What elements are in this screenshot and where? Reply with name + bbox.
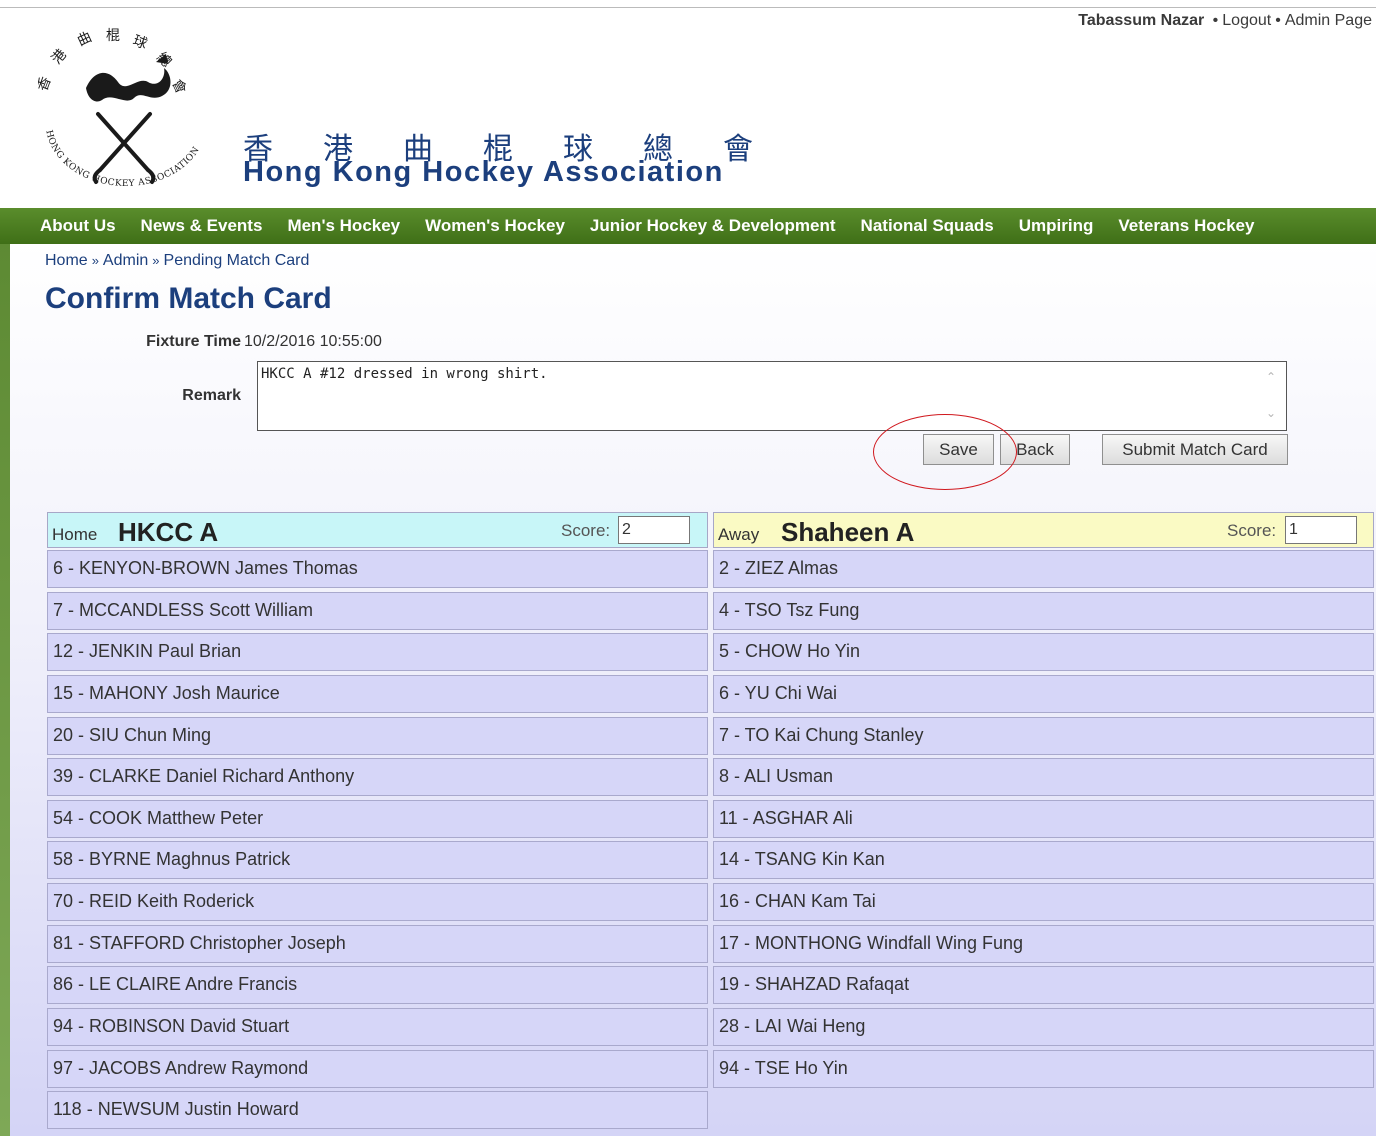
logout-link[interactable]: Logout: [1222, 12, 1271, 29]
player-row[interactable]: 94 - ROBINSON David Stuart: [47, 1008, 708, 1047]
svg-text:棍: 棍: [106, 28, 120, 44]
home-player-list: 6 - KENYON-BROWN James Thomas 7 - MCCAND…: [47, 550, 708, 1133]
player-row[interactable]: 81 - STAFFORD Christopher Joseph: [47, 924, 708, 963]
home-team-name: HKCC A: [118, 517, 219, 547]
player-row[interactable]: 70 - REID Keith Roderick: [47, 883, 708, 922]
separator: •: [1212, 12, 1219, 29]
nav-umpiring[interactable]: Umpiring: [1019, 208, 1094, 244]
player-row[interactable]: 19 - SHAHZAD Rafaqat: [713, 966, 1374, 1005]
player-row[interactable]: 8 - ALI Usman: [713, 758, 1374, 797]
nav-mens-hockey[interactable]: Men's Hockey: [287, 208, 400, 244]
player-row[interactable]: 28 - LAI Wai Heng: [713, 1008, 1374, 1047]
breadcrumb-pending-match-card[interactable]: Pending Match Card: [164, 252, 310, 269]
nav-womens-hockey[interactable]: Women's Hockey: [425, 208, 565, 244]
home-label: Home: [52, 525, 98, 544]
player-row[interactable]: 17 - MONTHONG Windfall Wing Fung: [713, 924, 1374, 963]
breadcrumb-separator: »: [152, 253, 160, 268]
remark-scrollbar[interactable]: ⌃ ⌄: [1262, 368, 1280, 424]
player-row[interactable]: 7 - MCCANDLESS Scott William: [47, 591, 708, 630]
away-label: Away: [718, 525, 760, 544]
hkha-logo[interactable]: 香 港 曲 棍 球 總 會 HONG KONG HOCKEY ASSOCIATI…: [38, 20, 210, 192]
remark-label: Remark: [182, 387, 241, 404]
home-score-label: Score:: [561, 521, 611, 540]
nav-about-us[interactable]: About Us: [40, 208, 116, 244]
player-row[interactable]: 5 - CHOW Ho Yin: [713, 633, 1374, 672]
user-bar: Tabassum Nazar • Logout • Admin Page: [1078, 12, 1372, 30]
player-row[interactable]: 15 - MAHONY Josh Maurice: [47, 674, 708, 713]
fixture-time-value: 10/2/2016 10:55:00: [244, 333, 382, 350]
home-team-header: Home HKCC A Score:: [47, 512, 708, 548]
player-row[interactable]: 58 - BYRNE Maghnus Patrick: [47, 841, 708, 880]
page-title: Confirm Match Card: [45, 282, 332, 315]
chevron-up-icon[interactable]: ⌃: [1262, 368, 1280, 386]
breadcrumb-admin[interactable]: Admin: [103, 252, 148, 269]
title-english: Hong Kong Hockey Association: [243, 156, 724, 188]
breadcrumb: Home» Admin» Pending Match Card: [45, 252, 309, 270]
remark-textarea[interactable]: HKCC A #12 dressed in wrong shirt.: [257, 361, 1287, 431]
player-row[interactable]: 54 - COOK Matthew Peter: [47, 799, 708, 838]
save-button[interactable]: Save: [923, 434, 994, 465]
svg-text:曲: 曲: [75, 29, 94, 49]
nav-national-squads[interactable]: National Squads: [861, 208, 994, 244]
svg-text:會: 會: [168, 77, 188, 96]
top-rule: [0, 7, 1376, 8]
nav-news-events[interactable]: News & Events: [141, 208, 263, 244]
chevron-down-icon[interactable]: ⌄: [1262, 404, 1280, 422]
player-row[interactable]: 97 - JACOBS Andrew Raymond: [47, 1049, 708, 1088]
home-score-input[interactable]: [618, 516, 690, 544]
player-row[interactable]: 94 - TSE Ho Yin: [713, 1049, 1374, 1088]
away-score-label: Score:: [1227, 521, 1277, 540]
player-row[interactable]: 118 - NEWSUM Justin Howard: [47, 1091, 708, 1130]
away-score-input[interactable]: [1285, 516, 1357, 544]
away-team-header: Away Shaheen A Score:: [713, 512, 1374, 548]
player-row[interactable]: 12 - JENKIN Paul Brian: [47, 633, 708, 672]
submit-match-card-button[interactable]: Submit Match Card: [1102, 434, 1288, 465]
player-row[interactable]: 6 - KENYON-BROWN James Thomas: [47, 550, 708, 588]
svg-text:港: 港: [49, 47, 70, 68]
player-row[interactable]: 2 - ZIEZ Almas: [713, 550, 1374, 588]
breadcrumb-separator: »: [91, 253, 99, 268]
svg-text:HONG KONG HOCKEY ASSOCIATION: HONG KONG HOCKEY ASSOCIATION: [43, 129, 202, 189]
player-row[interactable]: 6 - YU Chi Wai: [713, 674, 1374, 713]
player-row[interactable]: 20 - SIU Chun Ming: [47, 716, 708, 755]
left-accent-bar: [0, 240, 10, 1136]
away-player-list: 2 - ZIEZ Almas 4 - TSO Tsz Fung 5 - CHOW…: [713, 550, 1374, 1091]
title-char: 會: [723, 132, 753, 167]
user-name: Tabassum Nazar: [1078, 12, 1205, 29]
nav-junior-hockey[interactable]: Junior Hockey & Development: [590, 208, 836, 244]
player-row[interactable]: 16 - CHAN Kam Tai: [713, 883, 1374, 922]
player-row[interactable]: 39 - CLARKE Daniel Richard Anthony: [47, 758, 708, 797]
nav-veterans-hockey[interactable]: Veterans Hockey: [1118, 208, 1254, 244]
svg-text:香: 香: [38, 75, 55, 94]
main-nav: About Us News & Events Men's Hockey Wome…: [0, 208, 1376, 244]
admin-page-link[interactable]: Admin Page: [1285, 12, 1372, 29]
away-team-name: Shaheen A: [781, 517, 915, 547]
player-row[interactable]: 14 - TSANG Kin Kan: [713, 841, 1374, 880]
player-row[interactable]: 11 - ASGHAR Ali: [713, 799, 1374, 838]
fixture-time-label: Fixture Time: [146, 333, 241, 350]
player-row[interactable]: 4 - TSO Tsz Fung: [713, 591, 1374, 630]
breadcrumb-home[interactable]: Home: [45, 252, 88, 269]
player-row[interactable]: 7 - TO Kai Chung Stanley: [713, 716, 1374, 755]
separator: •: [1275, 12, 1281, 29]
back-button[interactable]: Back: [1000, 434, 1070, 465]
player-row[interactable]: 86 - LE CLAIRE Andre Francis: [47, 966, 708, 1005]
svg-text:球: 球: [131, 33, 150, 53]
